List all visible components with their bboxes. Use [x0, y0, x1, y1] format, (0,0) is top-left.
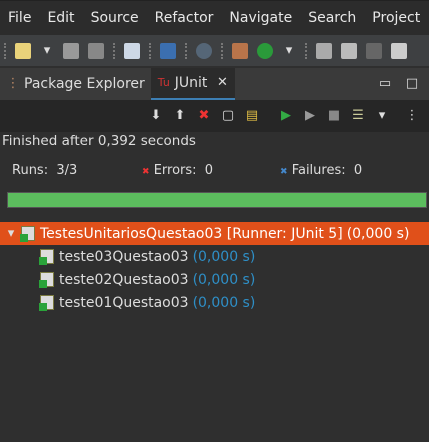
debug-icon[interactable] [366, 42, 382, 59]
errors-value: 0 [204, 163, 214, 178]
tree-test-item[interactable]: teste01Questao03 (0,000 s) [0, 291, 429, 314]
test-name: teste02Questao03 [59, 271, 189, 288]
search-icon[interactable] [316, 42, 332, 59]
progress-bar [7, 192, 427, 208]
test-duration: (0,000 s) [192, 271, 256, 288]
failure-icon: ✖ [280, 167, 288, 177]
errors-label: Errors: [153, 163, 197, 178]
view-tab-row: ⋮ Package Explorer Tu JUnit ✕ ▭ □ [0, 68, 429, 100]
show-failures-only-icon[interactable]: ✖ [197, 109, 211, 123]
edit-icon[interactable] [391, 42, 407, 59]
terminal-icon[interactable] [160, 42, 176, 59]
test-duration: (0,000 s) [192, 294, 256, 311]
runs-label: Runs: [12, 163, 49, 178]
new-icon[interactable] [15, 42, 31, 59]
menu-edit[interactable]: Edit [47, 10, 74, 26]
test-name: teste01Questao03 [59, 294, 189, 311]
more-icon[interactable]: ⋮ [405, 109, 419, 123]
binary-file-icon[interactable] [124, 42, 140, 59]
tab-package-explorer[interactable]: ⋮ Package Explorer [0, 68, 151, 100]
test-suite-icon [20, 226, 35, 242]
junit-icon: Tu [157, 76, 170, 89]
test-tree: ▾ TestesUnitariosQuestao03 [Runner: JUni… [0, 222, 429, 314]
save-icon[interactable] [63, 42, 79, 59]
failures-label: Failures: [291, 163, 346, 178]
failures-value: 0 [353, 163, 363, 178]
junit-toolbar: ⬇ ⬆ ✖ ▢ ▤ ▶ ▶ ■ ☰ ▾ ⋮ [0, 100, 429, 132]
scroll-lock-icon[interactable]: ▤ [245, 109, 259, 123]
runs-value: 3/3 [56, 163, 78, 178]
menu-file[interactable]: File [8, 10, 31, 26]
rerun-icon[interactable]: ▶ [279, 109, 293, 123]
toolbar-separator [305, 42, 307, 59]
save-all-icon[interactable] [88, 42, 104, 59]
menu-refactor[interactable]: Refactor [155, 10, 214, 26]
main-toolbar: ▾ ▾ [0, 35, 429, 66]
menu-project[interactable]: Project [372, 10, 420, 26]
stop-icon[interactable]: ■ [327, 109, 341, 123]
history-icon[interactable]: ☰ [351, 109, 365, 123]
menu-search[interactable]: Search [308, 10, 356, 26]
rerun-failed-icon[interactable]: ▶ [303, 109, 317, 123]
tree-test-item[interactable]: teste03Questao03 (0,000 s) [0, 245, 429, 268]
menu-source[interactable]: Source [91, 10, 139, 26]
toolbar-separator [221, 42, 223, 59]
test-duration: (0,000 s) [192, 248, 256, 265]
menu-navigate[interactable]: Navigate [229, 10, 292, 26]
test-passed-icon [39, 249, 54, 265]
test-name: teste03Questao03 [59, 248, 189, 265]
status-text: Finished after 0,392 seconds [2, 133, 196, 149]
test-passed-icon [39, 295, 54, 311]
chevron-down-icon[interactable]: ▾ [40, 43, 54, 58]
test-passed-icon [39, 272, 54, 288]
skip-breakpoints-icon[interactable] [196, 42, 212, 59]
maximize-icon[interactable]: □ [405, 77, 419, 91]
menu-bar: File Edit Source Refactor Navigate Searc… [0, 0, 429, 35]
toolbar-separator [113, 42, 115, 59]
tree-root-suite[interactable]: ▾ TestesUnitariosQuestao03 [Runner: JUni… [0, 222, 429, 245]
toolbar-separator [149, 42, 151, 59]
tab-label: Package Explorer [24, 76, 145, 92]
close-icon[interactable]: ✕ [215, 76, 229, 90]
error-icon: ✖ [142, 167, 150, 177]
suite-name: TestesUnitariosQuestao03 [Runner: JUnit … [40, 225, 343, 242]
expand-arrow-icon[interactable]: ▾ [4, 226, 18, 241]
suite-duration: (0,000 s) [346, 225, 410, 242]
pen-icon[interactable] [341, 42, 357, 59]
tab-label: JUnit [174, 75, 208, 91]
show-skipped-icon[interactable]: ▢ [221, 109, 235, 123]
chevron-down-icon[interactable]: ▾ [375, 109, 389, 123]
new-class-icon[interactable] [257, 42, 273, 59]
chevron-down-icon[interactable]: ▾ [282, 43, 296, 58]
minimize-icon[interactable]: ▭ [378, 77, 392, 91]
package-explorer-icon: ⋮ [6, 76, 20, 91]
progress-fill [8, 193, 426, 207]
tree-test-item[interactable]: teste02Questao03 (0,000 s) [0, 268, 429, 291]
previous-failure-icon[interactable]: ⬆ [173, 109, 187, 123]
toolbar-separator [185, 42, 187, 59]
toolbar-grip [4, 42, 6, 59]
new-package-icon[interactable] [232, 42, 248, 59]
next-failure-icon[interactable]: ⬇ [149, 109, 163, 123]
tab-junit[interactable]: Tu JUnit ✕ [150, 68, 236, 100]
